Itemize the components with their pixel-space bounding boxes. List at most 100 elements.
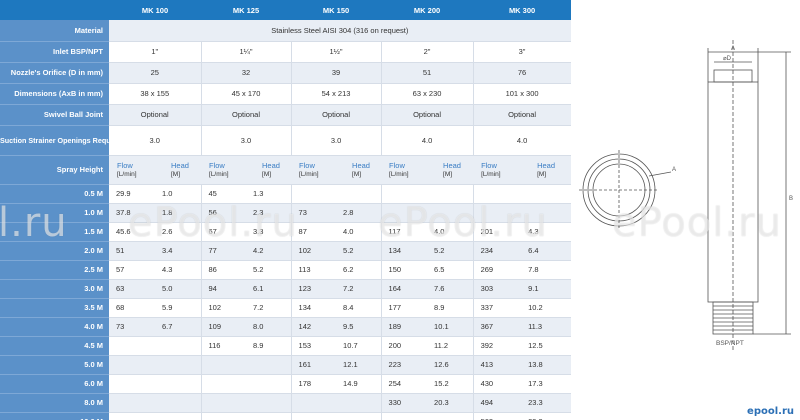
head-cell bbox=[246, 393, 292, 413]
head-cell bbox=[246, 412, 292, 420]
spray-row: 0.5 M 29.9 1.0 45 1.3 bbox=[0, 184, 572, 204]
head-unit: [M] bbox=[537, 170, 547, 178]
flow-cell bbox=[201, 355, 247, 375]
spray-height: 1.5 M bbox=[0, 222, 109, 242]
flow-cell: 113 bbox=[291, 260, 337, 280]
flow-cell: 413 bbox=[473, 355, 522, 375]
spray-height: 2.0 M bbox=[0, 241, 109, 261]
flow-cell bbox=[291, 412, 337, 420]
head-title: Head bbox=[537, 160, 555, 170]
row-label: Suction Strainer Openings Required (mm) bbox=[0, 125, 109, 156]
head-cell: 6.7 bbox=[155, 317, 202, 337]
flow-cell: 200 bbox=[381, 336, 428, 356]
head-cell: 17.3 bbox=[521, 374, 572, 394]
flow-cell bbox=[381, 184, 428, 204]
flow-cell bbox=[109, 393, 155, 413]
head-cell: 5.2 bbox=[336, 241, 382, 261]
flow-unit: [L/min] bbox=[117, 170, 137, 178]
row-label: Dimensions (AxB in mm) bbox=[0, 83, 109, 105]
spec-row: Inlet BSP/NPT 1" 1¼" 1½" 2" 3" bbox=[0, 41, 572, 63]
head-cell bbox=[155, 393, 202, 413]
column-header: MK 200 bbox=[381, 0, 474, 20]
flow-cell: 102 bbox=[201, 298, 247, 318]
spray-height: 3.0 M bbox=[0, 279, 109, 299]
flow-cell bbox=[109, 336, 155, 356]
flow-cell: 161 bbox=[291, 355, 337, 375]
flow-cell: 73 bbox=[291, 203, 337, 223]
flow-cell bbox=[291, 393, 337, 413]
flow-cell bbox=[201, 374, 247, 394]
flow-cell: 29.9 bbox=[109, 184, 155, 204]
flow-cell: 57 bbox=[109, 260, 155, 280]
row-label: Material bbox=[0, 20, 109, 42]
nozzle-drawing: A ⌀D B A BSP/NPT bbox=[571, 0, 800, 420]
dimension-b-label: B bbox=[789, 196, 793, 202]
head-cell bbox=[336, 412, 382, 420]
spray-row: 8.0 M 330 20.3 494 23.3 bbox=[0, 393, 572, 413]
technical-drawing: A ⌀D B A BSP/NPT bbox=[579, 40, 793, 350]
spray-height: 0.5 M bbox=[0, 184, 109, 204]
head-cell: 10.7 bbox=[336, 336, 382, 356]
flow-cell: 56 bbox=[201, 203, 247, 223]
spec-cell: 76 bbox=[473, 62, 572, 84]
flow-cell: 367 bbox=[473, 317, 522, 337]
head-cell: 5.2 bbox=[427, 241, 474, 261]
site-logo: epool.ru bbox=[747, 406, 794, 417]
head-cell bbox=[246, 374, 292, 394]
head-unit: [M] bbox=[352, 170, 362, 178]
flow-cell bbox=[291, 184, 337, 204]
head-header: Head [M] bbox=[521, 155, 572, 185]
flow-cell: 254 bbox=[381, 374, 428, 394]
flow-title: Flow bbox=[299, 160, 315, 170]
head-title: Head bbox=[352, 160, 370, 170]
spray-row: 3.5 M 68 5.9 102 7.2 134 8.4 177 8.9 337 10.2 bbox=[0, 298, 572, 318]
flow-header: Flow [L/min] bbox=[381, 155, 428, 185]
column-header: MK 125 bbox=[201, 0, 292, 20]
head-cell: 8.9 bbox=[427, 298, 474, 318]
head-cell: 7.2 bbox=[336, 279, 382, 299]
head-cell: 4.3 bbox=[155, 260, 202, 280]
head-cell: 2.8 bbox=[336, 203, 382, 223]
head-cell: 9.5 bbox=[336, 317, 382, 337]
flow-unit: [L/min] bbox=[209, 170, 229, 178]
head-unit: [M] bbox=[171, 170, 181, 178]
head-cell: 10.2 bbox=[521, 298, 572, 318]
head-cell: 1.3 bbox=[246, 184, 292, 204]
flow-cell: 234 bbox=[473, 241, 522, 261]
spec-cell: Optional bbox=[109, 104, 202, 126]
flow-cell bbox=[381, 203, 428, 223]
head-cell: 15.2 bbox=[427, 374, 474, 394]
flow-cell: 51 bbox=[109, 241, 155, 261]
flow-cell: 303 bbox=[473, 279, 522, 299]
dimension-d-label: ⌀D bbox=[723, 56, 732, 62]
head-cell: 12.1 bbox=[336, 355, 382, 375]
head-cell: 2.6 bbox=[155, 222, 202, 242]
flow-cell: 494 bbox=[473, 393, 522, 413]
flow-cell: 77 bbox=[201, 241, 247, 261]
flow-title: Flow bbox=[117, 160, 133, 170]
spec-cell: 3.0 bbox=[201, 125, 292, 156]
flow-cell bbox=[381, 412, 428, 420]
head-header: Head [M] bbox=[155, 155, 202, 185]
head-title: Head bbox=[262, 160, 280, 170]
spray-row: 2.5 M 57 4.3 86 5.2 113 6.2 150 6.5 269 7.8 bbox=[0, 260, 572, 280]
head-cell bbox=[336, 184, 382, 204]
head-cell: 6.1 bbox=[246, 279, 292, 299]
flow-cell: 330 bbox=[381, 393, 428, 413]
flow-cell: 63 bbox=[109, 279, 155, 299]
spec-cell: 1½" bbox=[291, 41, 382, 63]
spec-cell: 39 bbox=[291, 62, 382, 84]
spec-cell: 54 x 213 bbox=[291, 83, 382, 105]
head-cell bbox=[521, 184, 572, 204]
head-cell bbox=[427, 184, 474, 204]
flow-cell: 45 bbox=[201, 184, 247, 204]
flow-cell: 562 bbox=[473, 412, 522, 420]
head-cell: 12.5 bbox=[521, 336, 572, 356]
head-cell: 5.2 bbox=[246, 260, 292, 280]
flow-title: Flow bbox=[209, 160, 225, 170]
flow-cell: 116 bbox=[201, 336, 247, 356]
head-cell: 1.8 bbox=[155, 203, 202, 223]
head-cell: 10.1 bbox=[427, 317, 474, 337]
flow-unit: [L/min] bbox=[389, 170, 409, 178]
head-unit: [M] bbox=[262, 170, 272, 178]
